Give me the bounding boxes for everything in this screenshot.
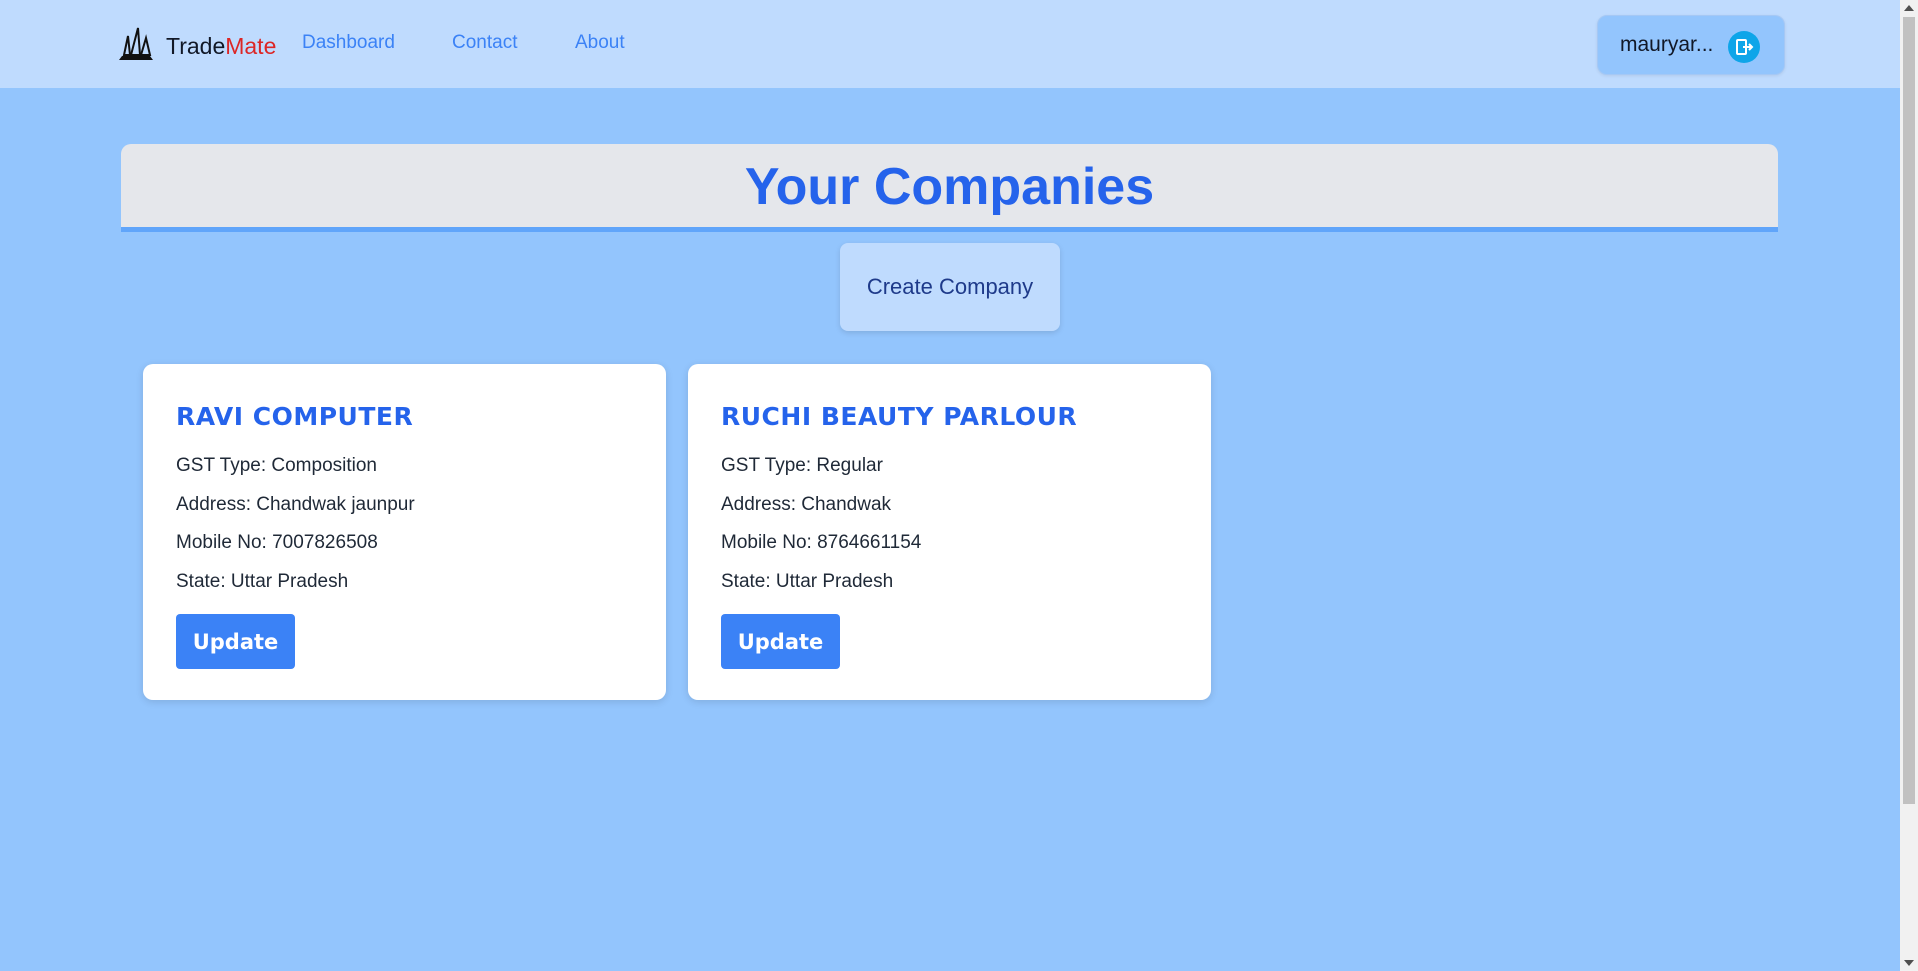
sailboat-logo-icon <box>116 24 156 69</box>
scrollbar-thumb[interactable] <box>1903 17 1915 804</box>
logout-icon[interactable] <box>1728 31 1760 63</box>
scroll-down-arrow-icon[interactable] <box>1904 960 1914 966</box>
page-title-banner: Your Companies <box>121 144 1778 232</box>
update-button[interactable]: Update <box>721 614 840 669</box>
company-card: RUCHI BEAUTY PARLOUR GST Type: Regular A… <box>688 364 1211 700</box>
nav-link-contact[interactable]: Contact <box>452 32 517 54</box>
company-card: RAVI COMPUTER GST Type: Composition Addr… <box>143 364 666 700</box>
company-name: RUCHI BEAUTY PARLOUR <box>721 402 1078 431</box>
company-name: RAVI COMPUTER <box>176 402 414 431</box>
navbar: TradeMate Dashboard Contact About maurya… <box>0 0 1900 88</box>
company-mobile: Mobile No: 7007826508 <box>176 532 378 553</box>
update-button[interactable]: Update <box>176 614 295 669</box>
scroll-up-arrow-icon[interactable] <box>1904 5 1914 11</box>
user-name: mauryar... <box>1620 33 1714 56</box>
brand-name-mate: Mate <box>225 33 277 59</box>
company-gst-type: GST Type: Regular <box>721 455 883 476</box>
brand-name-trade: Trade <box>166 33 226 59</box>
brand-name: TradeMate <box>166 33 276 60</box>
page-title: Your Companies <box>744 157 1155 216</box>
company-mobile: Mobile No: 8764661154 <box>721 532 922 553</box>
user-menu-button[interactable]: mauryar... <box>1597 15 1785 75</box>
company-state: State: Uttar Pradesh <box>721 570 894 592</box>
vertical-scrollbar[interactable] <box>1900 0 1918 971</box>
company-address: Address: Chandwak jaunpur <box>176 493 415 515</box>
nav-link-dashboard[interactable]: Dashboard <box>302 32 395 54</box>
company-gst-type: GST Type: Composition <box>176 455 378 476</box>
nav-link-about[interactable]: About <box>575 32 625 54</box>
brand[interactable]: TradeMate <box>116 24 276 69</box>
company-address: Address: Chandwak <box>721 493 892 515</box>
company-state: State: Uttar Pradesh <box>176 570 349 592</box>
create-company-button[interactable]: Create Company <box>840 243 1060 331</box>
